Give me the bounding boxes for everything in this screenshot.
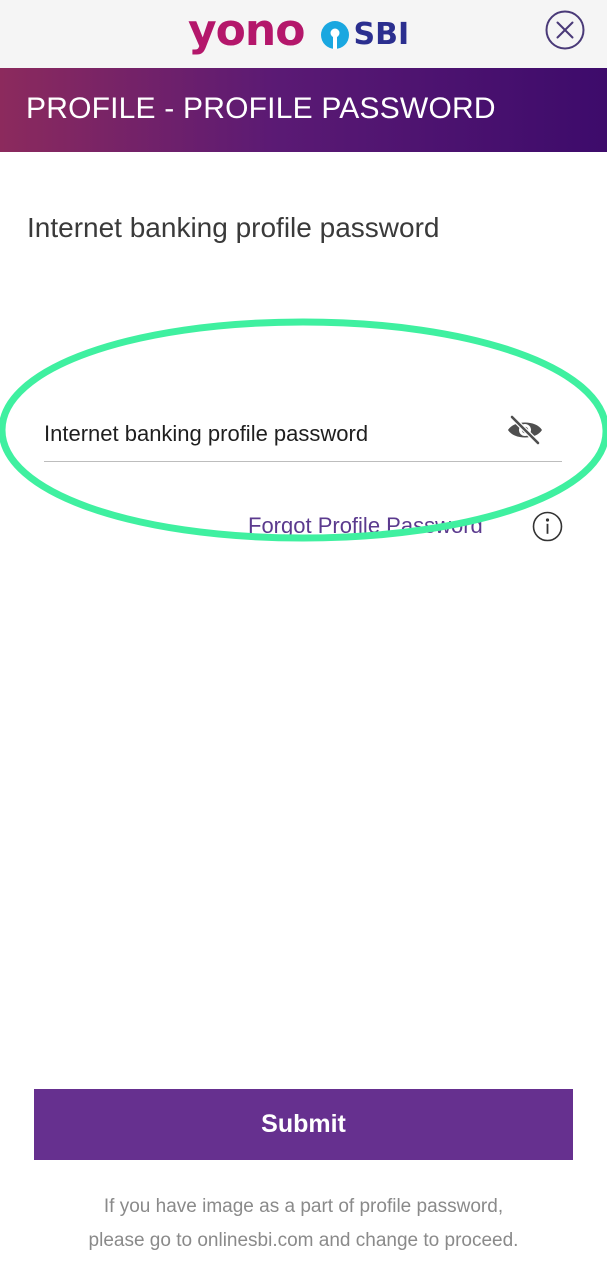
profile-password-screen: yono SBI PROFILE - PROFILE PASSWORD Inte… xyxy=(0,0,607,1280)
footer-note: If you have image as a part of profile p… xyxy=(0,1190,607,1258)
top-app-bar: yono SBI xyxy=(0,0,607,68)
submit-button[interactable]: Submit xyxy=(34,1089,573,1160)
page-title: PROFILE - PROFILE PASSWORD xyxy=(26,92,496,125)
close-icon[interactable] xyxy=(545,10,585,50)
footer-note-line-1: If you have image as a part of profile p… xyxy=(103,1196,504,1217)
forgot-profile-password-link[interactable]: Forgot Profile Password xyxy=(248,513,483,539)
yono-sbi-logo: yono SBI xyxy=(188,8,409,60)
logo-sbi-text: SBI xyxy=(353,17,410,52)
eye-off-icon[interactable] xyxy=(506,414,544,446)
sbi-logo-icon xyxy=(321,21,350,49)
section-title: Internet banking profile password xyxy=(27,212,440,243)
footer-note-line-2: please go to onlinesbi.com and change to… xyxy=(88,1230,519,1251)
password-field xyxy=(44,404,562,462)
page-header: PROFILE - PROFILE PASSWORD xyxy=(0,68,607,152)
logo-yono-text: yono xyxy=(188,5,305,56)
password-input[interactable] xyxy=(44,416,484,452)
info-icon[interactable] xyxy=(532,511,563,542)
